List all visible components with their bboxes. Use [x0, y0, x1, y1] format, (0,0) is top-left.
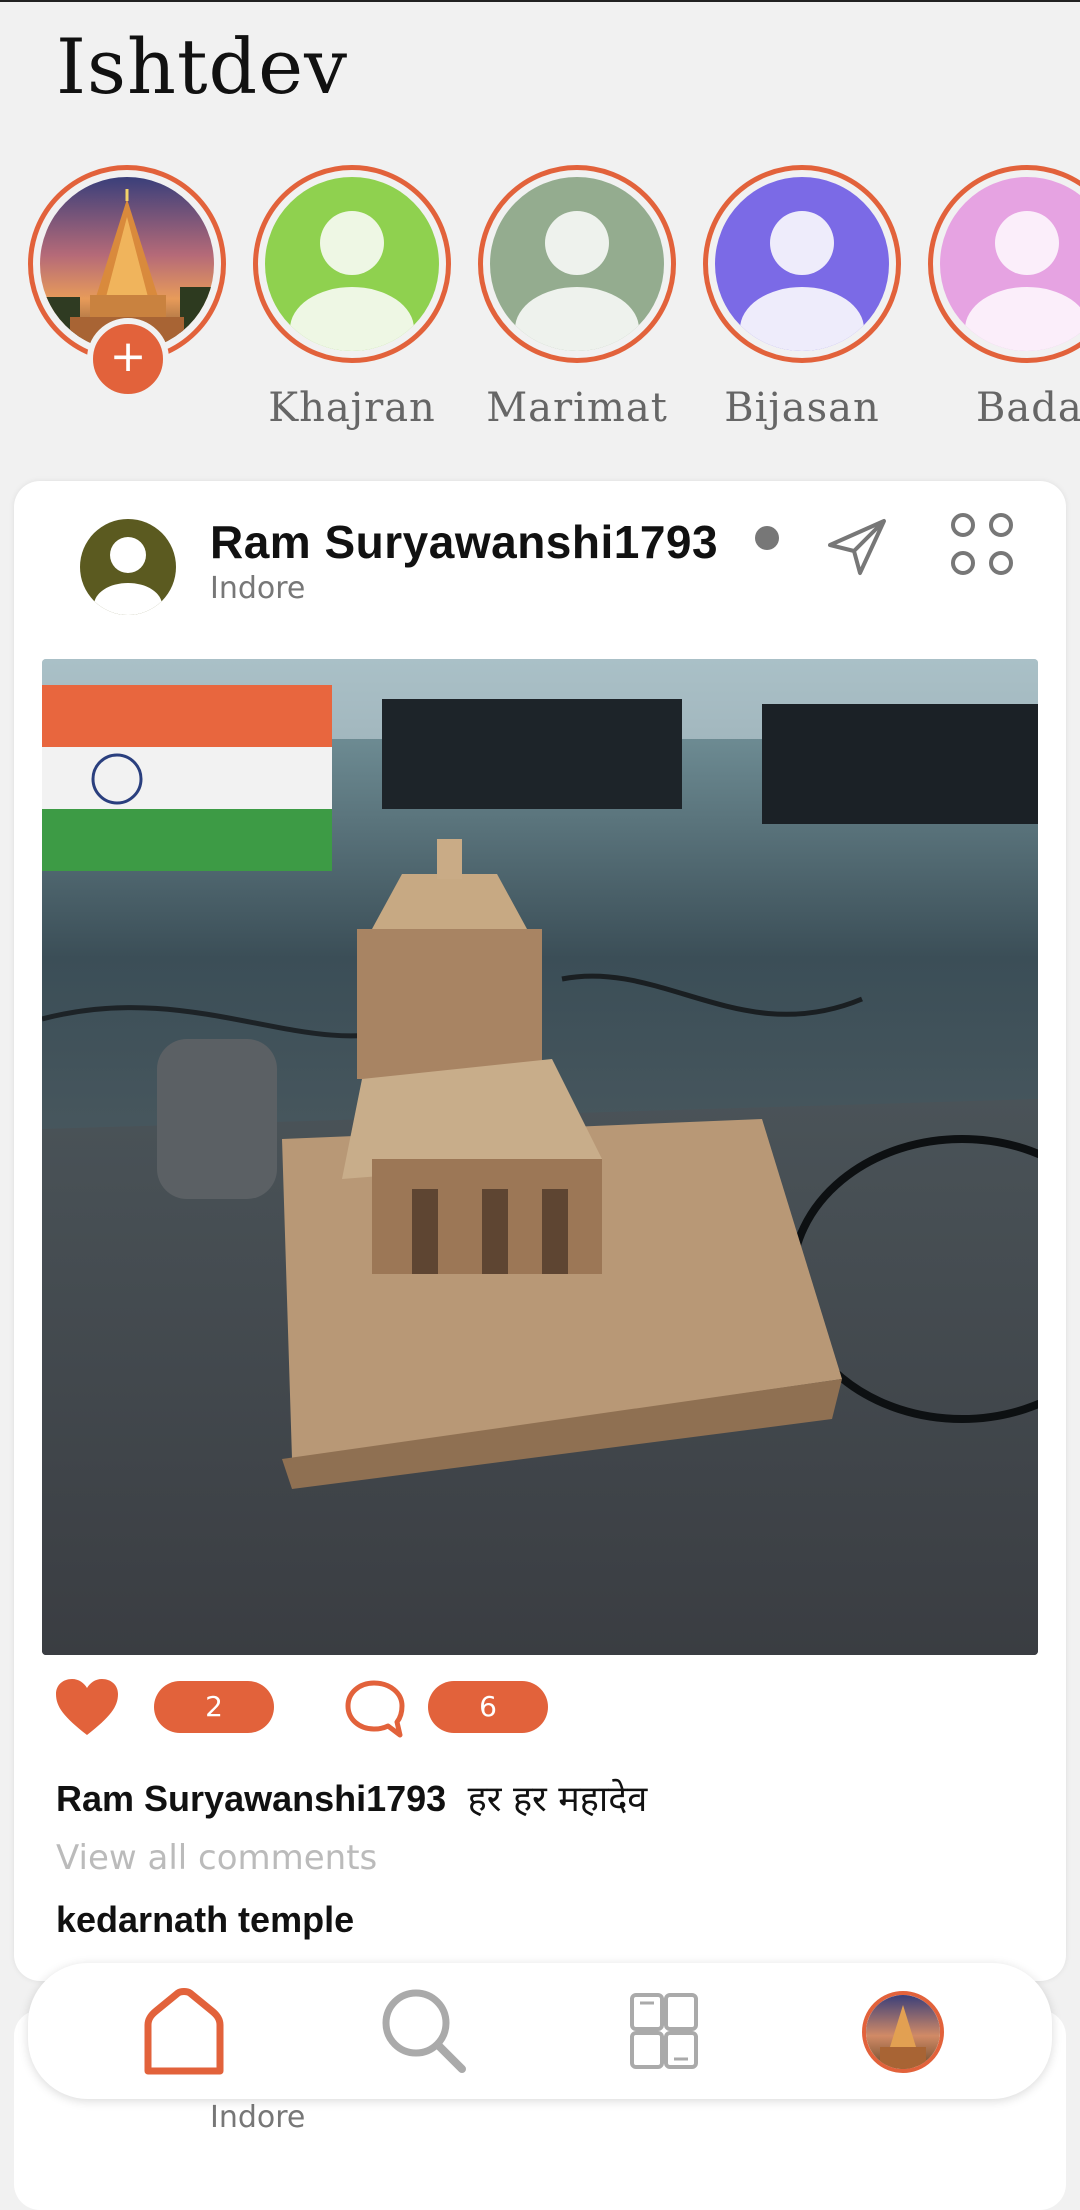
caption-username[interactable]: Ram Suryawanshi1793 — [56, 1778, 446, 1819]
comment-icon[interactable] — [344, 1679, 406, 1739]
profile-avatar[interactable] — [862, 1991, 944, 2073]
status-dot — [755, 526, 779, 550]
post-caption: Ram Suryawanshi1793 हर हर महादेव — [56, 1773, 647, 1822]
more-icon[interactable] — [949, 511, 1015, 577]
avatar — [490, 177, 664, 351]
next-post-location: Indore — [210, 2100, 306, 2135]
story-marimat[interactable] — [478, 165, 676, 363]
view-comments-link[interactable]: View all comments — [56, 1838, 377, 1878]
avatar — [265, 177, 439, 351]
community-icon[interactable] — [618, 1985, 710, 2077]
story-bijasan[interactable] — [703, 165, 901, 363]
post-location: Indore — [210, 571, 306, 606]
story-bada[interactable] — [928, 165, 1080, 363]
home-icon[interactable] — [138, 1985, 230, 2077]
add-story-button[interactable]: + — [87, 318, 169, 400]
story-label-marimat: Marimat — [486, 385, 668, 431]
post-actions: 2 6 — [54, 1677, 654, 1739]
user-icon — [94, 537, 162, 615]
story-label-bijasan: Bijasan — [724, 385, 880, 431]
heart-icon[interactable] — [54, 1677, 120, 1737]
app-title: Ishtdev — [56, 22, 349, 111]
caption-text: हर हर महादेव — [467, 1779, 648, 1820]
send-icon[interactable] — [826, 515, 888, 577]
avatar — [715, 177, 889, 351]
post-card: Ram Suryawanshi1793 Indore 2 6 Ram Surya… — [14, 481, 1066, 1981]
comments-count[interactable]: 6 — [428, 1681, 548, 1733]
search-icon[interactable] — [378, 1985, 470, 2077]
story-label-khajran: Khajran — [268, 385, 436, 431]
story-khajran[interactable] — [253, 165, 451, 363]
post-avatar[interactable] — [80, 519, 176, 615]
user-icon — [740, 211, 864, 351]
user-icon — [515, 211, 639, 351]
post-username[interactable]: Ram Suryawanshi1793 — [210, 515, 718, 569]
top-border — [0, 0, 1080, 2]
user-icon — [290, 211, 414, 351]
likes-count[interactable]: 2 — [154, 1681, 274, 1733]
post-image[interactable] — [42, 659, 1038, 1655]
location-tag: kedarnath temple — [56, 1899, 355, 1940]
story-label-bada: Bada — [976, 385, 1080, 431]
bottom-nav — [28, 1963, 1052, 2099]
